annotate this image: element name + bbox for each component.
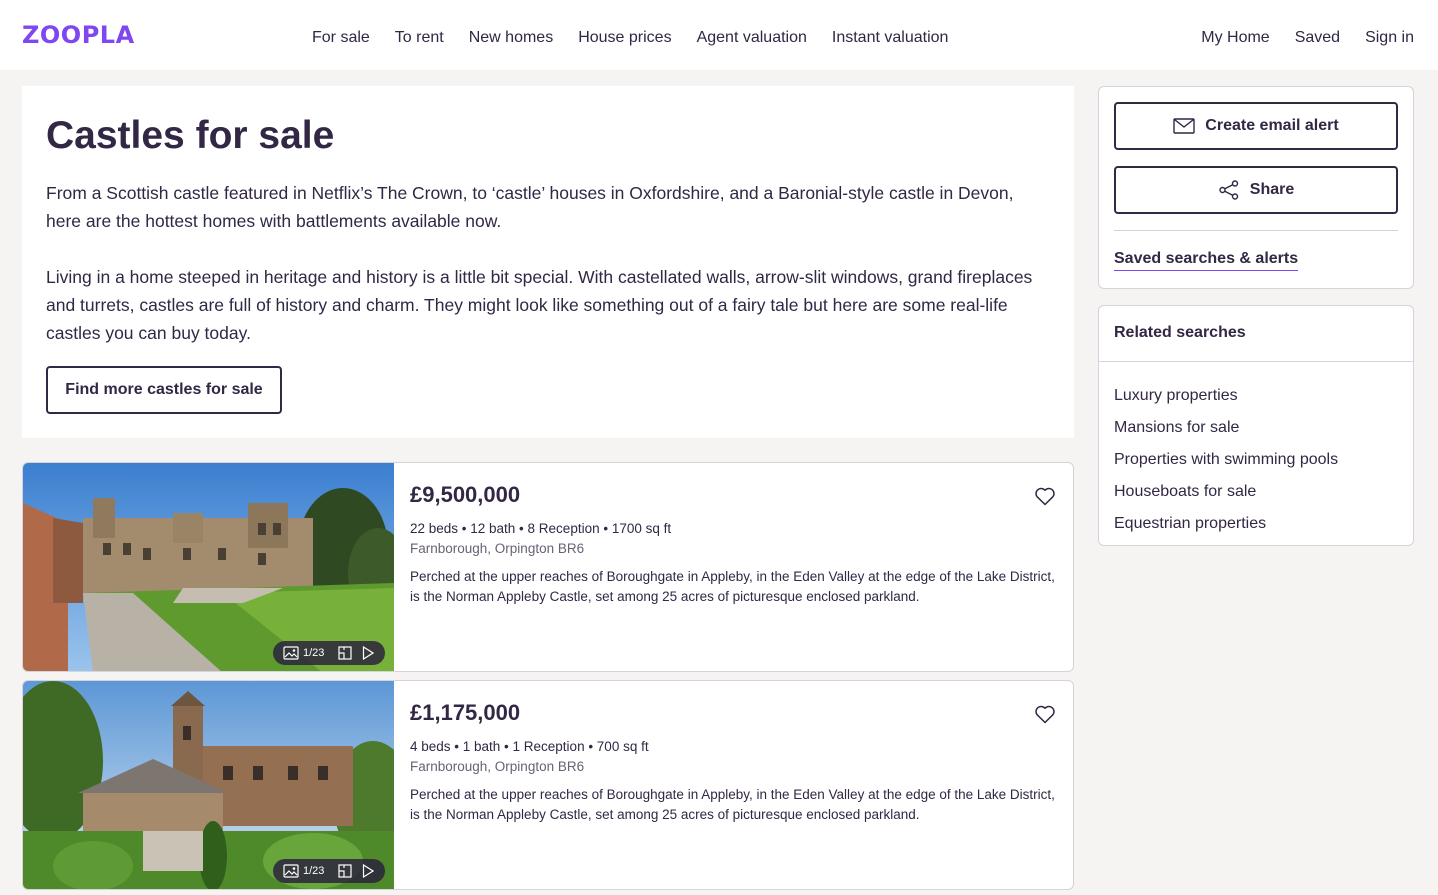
photo-count: 1/23 xyxy=(303,865,325,877)
image-icon xyxy=(283,864,299,878)
intro-paragraph: Living in a home steeped in heritage and… xyxy=(46,267,1033,343)
listing-description: Perched at the upper reaches of Boroughg… xyxy=(410,787,1055,822)
site-header: ZOOPLA For sale To rent New homes House … xyxy=(0,0,1438,70)
listing-photo[interactable]: 1/23 xyxy=(23,681,394,889)
divider xyxy=(1099,361,1413,362)
listing-specs: 4 beds • 1 bath • 1 Reception • 700 sq f… xyxy=(410,739,649,754)
nav-agent-valuation[interactable]: Agent valuation xyxy=(697,28,807,48)
share-button[interactable]: Share xyxy=(1114,166,1398,214)
floorplan-icon[interactable] xyxy=(338,864,353,878)
listing-card[interactable]: 1/23 £9,500,000 22 beds • 12 bath • 8 Re… xyxy=(22,462,1074,672)
related-searches-list: Luxury properties Mansions for sale Prop… xyxy=(1114,380,1338,540)
zoopla-logo[interactable]: ZOOPLA xyxy=(22,22,135,48)
listing-specs: 22 beds • 12 bath • 8 Reception • 1700 s… xyxy=(410,521,672,536)
related-search-link[interactable]: Houseboats for sale xyxy=(1114,476,1338,508)
related-searches-title: Related searches xyxy=(1114,324,1246,341)
nav-to-rent[interactable]: To rent xyxy=(395,28,444,48)
intro-paragraph: From a Scottish castle featured in Netfl… xyxy=(46,183,1014,231)
find-more-castles-button[interactable]: Find more castles for sale xyxy=(46,366,282,414)
nav-instant-valuation[interactable]: Instant valuation xyxy=(832,28,949,48)
alerts-card: Create email alert Share Saved searches … xyxy=(1098,86,1414,289)
listing-info: £9,500,000 22 beds • 12 bath • 8 Recepti… xyxy=(410,481,1060,607)
related-searches-card: Related searches Luxury properties Mansi… xyxy=(1098,305,1414,546)
nav-house-prices[interactable]: House prices xyxy=(578,28,671,48)
intro-card: Castles for sale From a Scottish castle … xyxy=(22,86,1074,438)
heart-icon[interactable] xyxy=(1033,484,1057,508)
play-icon[interactable] xyxy=(362,864,375,878)
saved-searches-link[interactable]: Saved searches & alerts xyxy=(1114,249,1299,271)
listing-card[interactable]: 1/23 £1,175,000 4 beds • 1 bath • 1 Rece… xyxy=(22,680,1074,890)
listing-address: Farnborough, Orpington BR6 xyxy=(410,759,585,774)
related-search-link[interactable]: Luxury properties xyxy=(1114,380,1338,412)
main-nav: For sale To rent New homes House prices … xyxy=(312,28,973,48)
floorplan-icon[interactable] xyxy=(338,646,353,660)
media-counter[interactable]: 1/23 xyxy=(273,859,385,883)
nav-new-homes[interactable]: New homes xyxy=(469,28,553,48)
related-search-link[interactable]: Mansions for sale xyxy=(1114,412,1338,444)
photo-count: 1/23 xyxy=(303,647,325,659)
create-email-alert-label: Create email alert xyxy=(1205,117,1339,134)
nav-sign-in[interactable]: Sign in xyxy=(1365,28,1414,48)
share-icon xyxy=(1219,180,1238,200)
listing-price[interactable]: £9,500,000 xyxy=(410,481,1060,509)
account-nav: My Home Saved Sign in xyxy=(1176,28,1414,48)
envelope-icon xyxy=(1173,118,1195,134)
nav-my-home[interactable]: My Home xyxy=(1201,28,1269,48)
listing-photo[interactable]: 1/23 xyxy=(23,463,394,671)
share-label: Share xyxy=(1249,181,1295,198)
listing-description: Perched at the upper reaches of Boroughg… xyxy=(410,569,1055,604)
play-icon[interactable] xyxy=(362,646,375,660)
page-title: Castles for sale xyxy=(46,114,335,157)
media-counter[interactable]: 1/23 xyxy=(273,641,385,665)
related-search-link[interactable]: Equestrian properties xyxy=(1114,508,1338,540)
listing-price[interactable]: £1,175,000 xyxy=(410,699,1060,727)
heart-icon[interactable] xyxy=(1033,702,1057,726)
listing-address: Farnborough, Orpington BR6 xyxy=(410,541,585,556)
image-icon xyxy=(283,646,299,660)
related-search-link[interactable]: Properties with swimming pools xyxy=(1114,444,1338,476)
divider xyxy=(1114,230,1398,231)
nav-saved[interactable]: Saved xyxy=(1295,28,1340,48)
create-email-alert-button[interactable]: Create email alert xyxy=(1114,102,1398,150)
listing-info: £1,175,000 4 beds • 1 bath • 1 Reception… xyxy=(410,699,1060,825)
nav-for-sale[interactable]: For sale xyxy=(312,28,370,48)
